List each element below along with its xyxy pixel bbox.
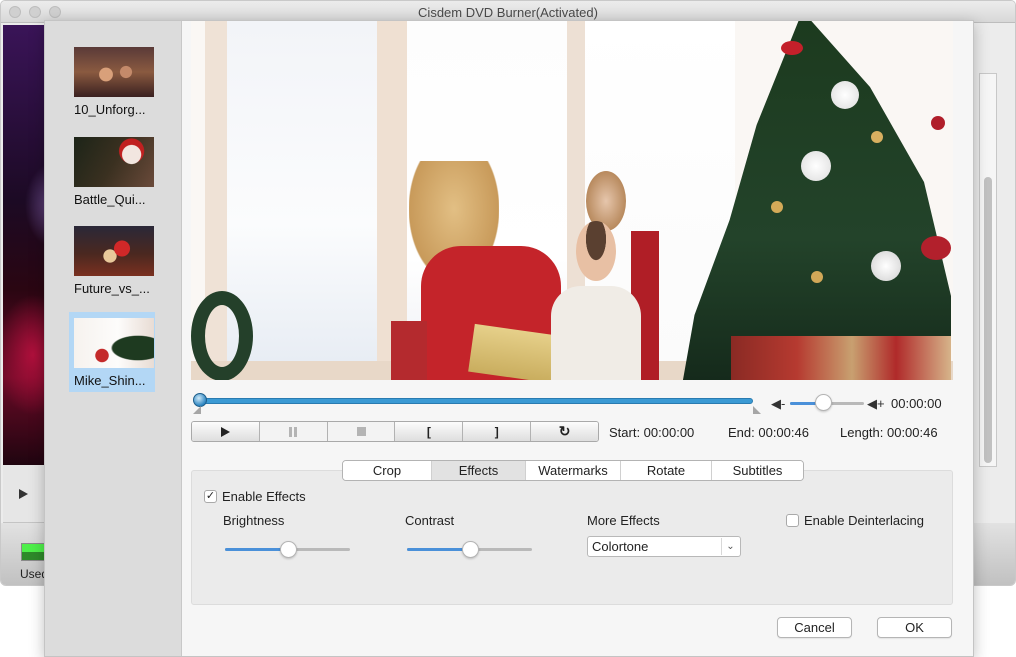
- video-title: Mike_Shin...: [74, 373, 146, 388]
- window-title: Cisdem DVD Burner(Activated): [418, 5, 598, 20]
- ok-button[interactable]: OK: [877, 617, 952, 638]
- more-effects-value: Colortone: [592, 539, 649, 554]
- mark-out-button[interactable]: ]: [463, 422, 532, 441]
- enable-deinterlacing-checkbox[interactable]: [786, 514, 799, 527]
- playback-controls: [ ] ↻: [191, 421, 599, 442]
- ornament: [921, 236, 951, 260]
- current-time: 00:00:00: [891, 396, 942, 411]
- person: [576, 221, 616, 281]
- enable-deinterlacing-label: Enable Deinterlacing: [804, 513, 924, 528]
- tab-effects[interactable]: Effects: [432, 461, 526, 480]
- video-preview: [191, 21, 953, 380]
- wreath: [191, 291, 253, 380]
- main-play-icon[interactable]: [19, 489, 28, 499]
- speaker-minus-icon[interactable]: ◀-: [771, 396, 785, 412]
- brightness-slider-knob[interactable]: [280, 541, 297, 558]
- ornament: [831, 81, 859, 109]
- ornament: [871, 251, 901, 281]
- contrast-label: Contrast: [405, 513, 455, 528]
- brightness-slider-fill: [225, 548, 288, 551]
- contrast-slider-knob[interactable]: [462, 541, 479, 558]
- volume-slider-knob[interactable]: [815, 394, 832, 411]
- contrast-slider-fill: [407, 548, 470, 551]
- ornament: [871, 131, 883, 143]
- stop-icon: [356, 427, 366, 436]
- trim-end-marker[interactable]: [753, 406, 761, 414]
- presents: [731, 336, 951, 380]
- reset-icon: ↻: [558, 423, 571, 439]
- edit-tabs: Crop Effects Watermarks Rotate Subtitles: [342, 460, 804, 481]
- timeline-slider[interactable]: [197, 398, 753, 404]
- video-thumbnail: [74, 226, 154, 276]
- enable-effects-checkbox[interactable]: ✓: [204, 490, 217, 503]
- video-list-item[interactable]: 10_Unforg...: [69, 41, 155, 121]
- tab-watermarks[interactable]: Watermarks: [526, 461, 621, 480]
- main-scrollbar-thumb[interactable]: [984, 177, 992, 463]
- bracket-open-icon: [: [426, 424, 431, 439]
- edit-video-sheet: 10_Unforg... Battle_Qui... Future_vs_...…: [44, 20, 974, 657]
- speaker-plus-icon[interactable]: ◀+: [867, 396, 885, 412]
- tab-crop[interactable]: Crop: [343, 461, 432, 480]
- video-list-sidebar: 10_Unforg... Battle_Qui... Future_vs_...…: [45, 21, 182, 656]
- timeline-playhead[interactable]: [193, 393, 207, 407]
- brightness-label: Brightness: [223, 513, 285, 528]
- ornament: [781, 41, 803, 55]
- more-effects-dropdown[interactable]: Colortone ⌄: [587, 536, 741, 557]
- ornament: [931, 116, 945, 130]
- gift: [391, 321, 427, 380]
- ornament: [801, 151, 831, 181]
- tab-subtitles[interactable]: Subtitles: [712, 461, 803, 480]
- video-list-item[interactable]: Future_vs_...: [69, 220, 155, 300]
- video-thumbnail: [74, 47, 154, 97]
- enable-effects-label: Enable Effects: [222, 489, 306, 504]
- video-list-item[interactable]: Battle_Qui...: [69, 131, 155, 211]
- video-thumbnail: [74, 318, 154, 368]
- play-button[interactable]: [192, 422, 260, 441]
- pause-icon: [289, 426, 298, 437]
- start-time: Start: 00:00:00: [609, 425, 695, 440]
- chevron-down-icon: ⌄: [721, 538, 739, 555]
- trim-start-marker[interactable]: [193, 406, 201, 414]
- person: [551, 286, 641, 380]
- ornament: [771, 201, 783, 213]
- video-title: Future_vs_...: [74, 281, 150, 296]
- bracket-close-icon: ]: [494, 424, 499, 439]
- play-icon: [220, 426, 230, 437]
- reset-button[interactable]: ↻: [531, 422, 598, 441]
- video-title: Battle_Qui...: [74, 192, 146, 207]
- window-pane: [227, 21, 377, 361]
- video-title: 10_Unforg...: [74, 102, 146, 117]
- more-effects-label: More Effects: [587, 513, 660, 528]
- ornament: [811, 271, 823, 283]
- video-list-item-selected[interactable]: Mike_Shin...: [69, 312, 155, 392]
- pause-button[interactable]: [259, 422, 328, 441]
- video-thumbnail: [74, 137, 154, 187]
- stop-button[interactable]: [327, 422, 396, 441]
- end-time: End: 00:00:46: [728, 425, 809, 440]
- tab-rotate[interactable]: Rotate: [621, 461, 712, 480]
- length-time: Length: 00:00:46: [840, 425, 938, 440]
- cancel-button[interactable]: Cancel: [777, 617, 852, 638]
- mark-in-button[interactable]: [: [395, 422, 464, 441]
